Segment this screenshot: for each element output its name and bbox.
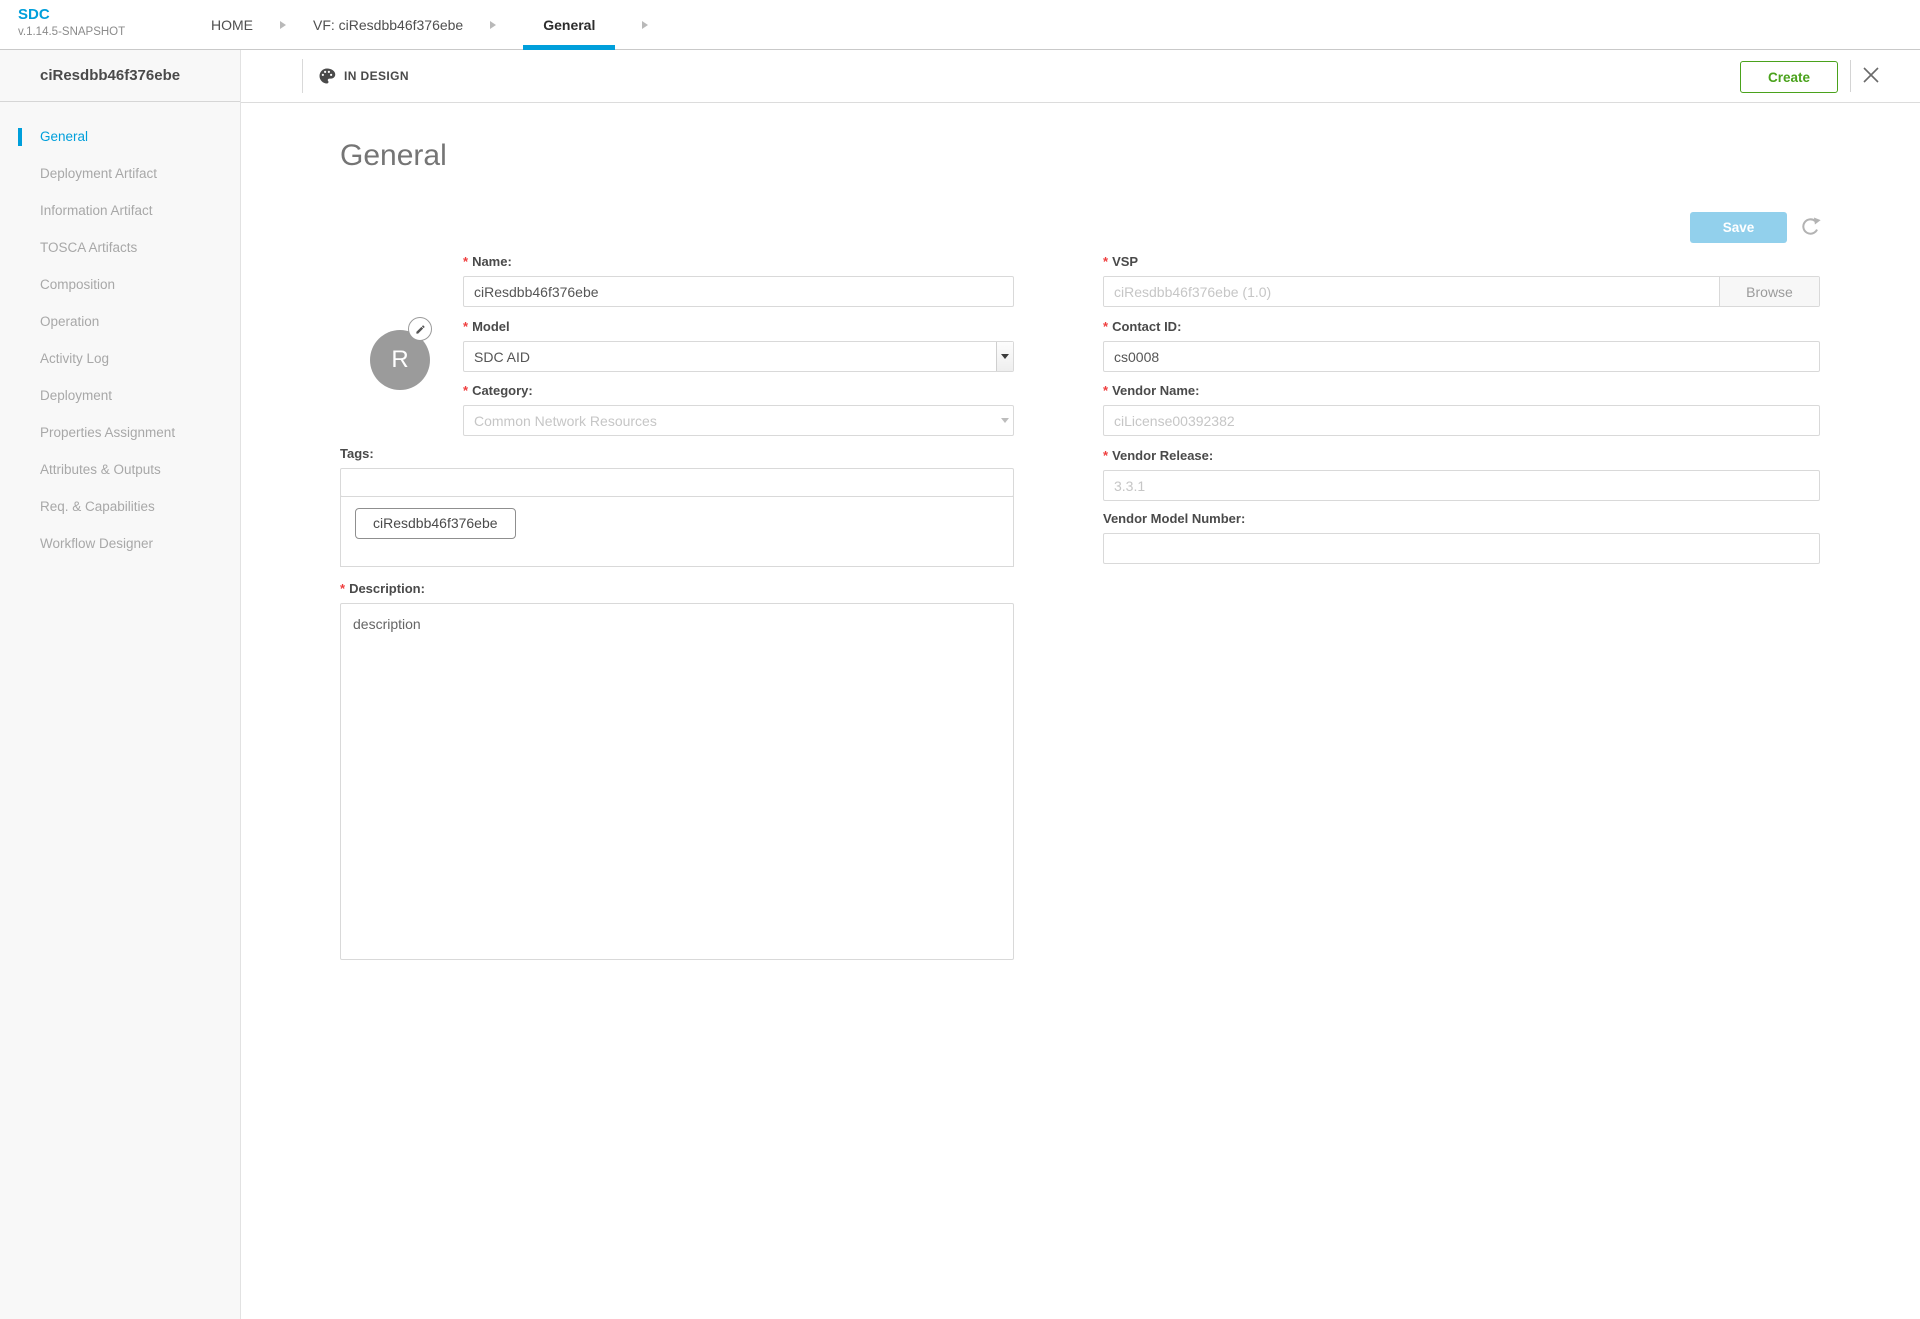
sidebar-item-deployment-artifact[interactable]: Deployment Artifact <box>0 155 240 192</box>
sidebar-item-tosca-artifacts[interactable]: TOSCA Artifacts <box>0 229 240 266</box>
vendor-name-field: *Vendor Name: <box>1103 383 1820 436</box>
category-field: *Category: Common Network Resources <box>463 383 1014 436</box>
vendor-release-input <box>1103 470 1820 501</box>
vendor-model-number-label: Vendor Model Number: <box>1103 511 1820 526</box>
main-header: IN DESIGN Create <box>241 50 1920 103</box>
vendor-release-label: *Vendor Release: <box>1103 448 1820 463</box>
sdc-app: SDC v.1.14.5-SNAPSHOT HOME VF: ciResdbb4… <box>0 0 1920 1319</box>
page-title: General <box>340 139 447 173</box>
sidebar-item-attributes-outputs[interactable]: Attributes & Outputs <box>0 451 240 488</box>
chevron-right-icon <box>642 21 648 29</box>
tab-general[interactable]: General <box>523 0 615 50</box>
avatar-edit-button[interactable] <box>408 317 432 341</box>
caret-down-icon <box>996 342 1013 371</box>
redo-icon[interactable] <box>1798 215 1822 239</box>
model-select[interactable]: SDC AID <box>463 341 1014 372</box>
vendor-model-number-field: Vendor Model Number: <box>1103 511 1820 564</box>
pencil-icon <box>415 324 426 335</box>
breadcrumb-vf[interactable]: VF: ciResdbb46f376ebe <box>313 17 463 33</box>
header-divider <box>302 59 303 93</box>
sidebar-item-req-capabilities[interactable]: Req. & Capabilities <box>0 488 240 525</box>
tags-label: Tags: <box>340 446 1014 461</box>
tab-general-label: General <box>543 17 595 33</box>
sidebar-item-activity-log[interactable]: Activity Log <box>0 340 240 377</box>
top-nav: SDC v.1.14.5-SNAPSHOT HOME VF: ciResdbb4… <box>0 0 1920 50</box>
general-form: General Save R *Name: *Model SDC AID <box>241 103 1920 1319</box>
resource-title: ciResdbb46f376ebe <box>0 50 240 102</box>
vsp-field: *VSP Browse <box>1103 254 1820 307</box>
active-tab-underline <box>523 45 615 50</box>
description-textarea[interactable]: description <box>340 603 1014 960</box>
description-label: *Description: <box>340 581 1014 596</box>
avatar-letter: R <box>391 346 408 374</box>
vsp-input <box>1104 277 1719 306</box>
vsp-label: *VSP <box>1103 254 1820 269</box>
browse-button[interactable]: Browse <box>1719 277 1819 306</box>
sidebar-item-general[interactable]: General <box>0 118 240 155</box>
create-button[interactable]: Create <box>1740 61 1838 93</box>
lifecycle-status: IN DESIGN <box>318 50 409 102</box>
sidebar-item-composition[interactable]: Composition <box>0 266 240 303</box>
chevron-right-icon <box>280 21 286 29</box>
caret-down-icon <box>996 406 1013 435</box>
vendor-name-label: *Vendor Name: <box>1103 383 1820 398</box>
sidebar: ciResdbb46f376ebe General Deployment Art… <box>0 50 241 1319</box>
sidebar-item-deployment[interactable]: Deployment <box>0 377 240 414</box>
status-badge: IN DESIGN <box>344 69 409 83</box>
name-label: *Name: <box>463 254 1014 269</box>
tags-list: ciResdbb46f376ebe <box>340 496 1014 567</box>
close-icon <box>1863 67 1879 83</box>
app-title: SDC <box>18 6 125 25</box>
breadcrumb: HOME VF: ciResdbb46f376ebe General <box>211 0 675 50</box>
palette-icon <box>318 67 336 85</box>
sidebar-item-information-artifact[interactable]: Information Artifact <box>0 192 240 229</box>
sidebar-menu: General Deployment Artifact Information … <box>0 102 240 562</box>
close-button[interactable] <box>1862 67 1880 85</box>
breadcrumb-home[interactable]: HOME <box>211 17 253 33</box>
name-field: *Name: <box>463 254 1014 307</box>
vendor-model-number-input[interactable] <box>1103 533 1820 564</box>
header-divider <box>1850 60 1851 92</box>
sidebar-item-properties-assignment[interactable]: Properties Assignment <box>0 414 240 451</box>
model-field: *Model SDC AID <box>463 319 1014 372</box>
active-item-bar <box>18 128 22 146</box>
app-logo: SDC v.1.14.5-SNAPSHOT <box>18 6 125 39</box>
vsp-group: Browse <box>1103 276 1820 307</box>
contact-id-field: *Contact ID: <box>1103 319 1820 372</box>
save-button[interactable]: Save <box>1690 212 1787 243</box>
avatar[interactable]: R <box>370 330 430 390</box>
contact-id-input[interactable] <box>1103 341 1820 372</box>
description-field: *Description: description <box>340 581 1014 965</box>
tags-field: Tags: ciResdbb46f376ebe <box>340 446 1014 567</box>
sidebar-item-operation[interactable]: Operation <box>0 303 240 340</box>
vendor-name-input <box>1103 405 1820 436</box>
chevron-right-icon <box>490 21 496 29</box>
name-input[interactable] <box>463 276 1014 307</box>
tags-input[interactable] <box>340 468 1014 497</box>
model-label: *Model <box>463 319 1014 334</box>
category-label: *Category: <box>463 383 1014 398</box>
tag-chip[interactable]: ciResdbb46f376ebe <box>355 508 516 539</box>
category-select: Common Network Resources <box>463 405 1014 436</box>
contact-id-label: *Contact ID: <box>1103 319 1820 334</box>
app-version: v.1.14.5-SNAPSHOT <box>18 25 125 39</box>
vendor-release-field: *Vendor Release: <box>1103 448 1820 501</box>
sidebar-item-workflow-designer[interactable]: Workflow Designer <box>0 525 240 562</box>
